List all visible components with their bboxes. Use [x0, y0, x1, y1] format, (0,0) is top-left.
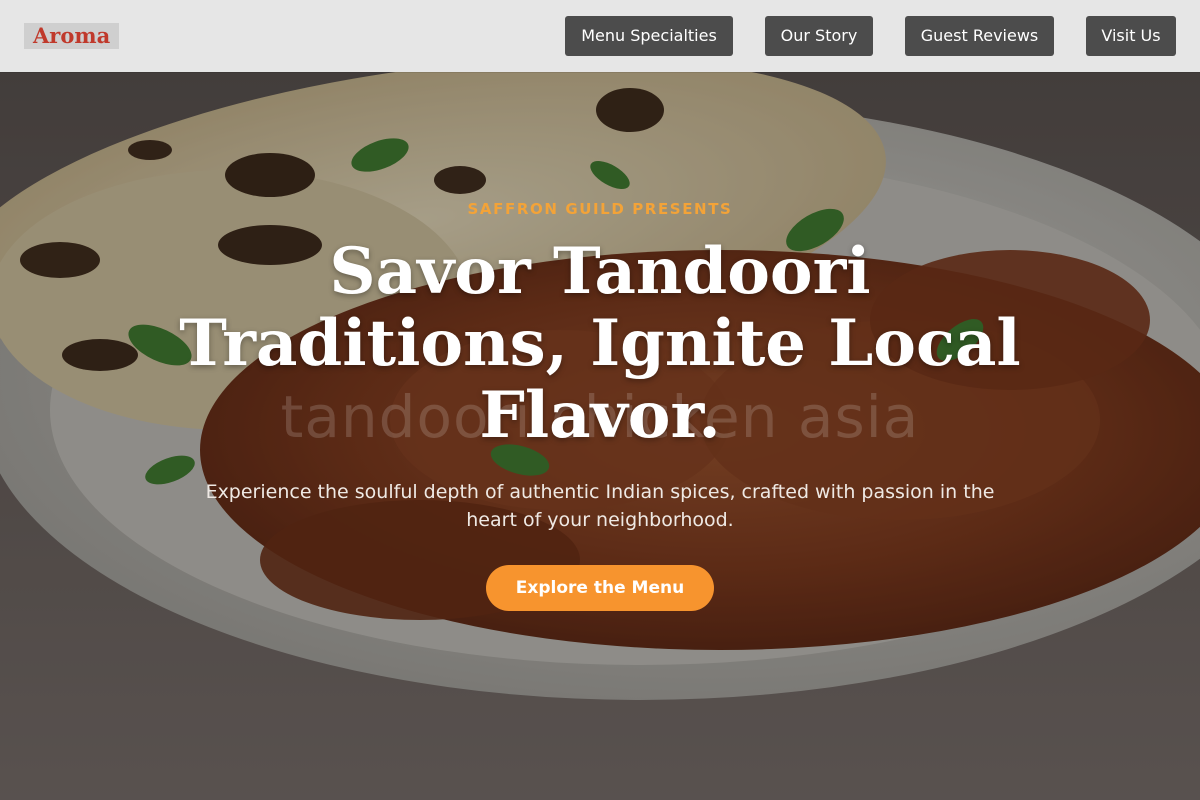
- hero-eyebrow: SAFFRON GUILD PRESENTS: [467, 200, 733, 218]
- logo[interactable]: Aroma: [24, 23, 120, 49]
- nav-visit-us[interactable]: Visit Us: [1086, 16, 1176, 56]
- page: Aroma Menu Specialties Our Story Guest R…: [0, 0, 1200, 800]
- nav-menu-specialties[interactable]: Menu Specialties: [565, 16, 733, 56]
- explore-menu-button[interactable]: Explore the Menu: [486, 565, 714, 611]
- hero-subheading: Experience the soulful depth of authenti…: [205, 481, 995, 531]
- nav-our-story[interactable]: Our Story: [765, 16, 873, 56]
- site-header: Aroma Menu Specialties Our Story Guest R…: [0, 0, 1200, 72]
- hero-headline: Savor Tandoori Traditions, Ignite Local …: [179, 234, 1021, 453]
- nav-guest-reviews[interactable]: Guest Reviews: [905, 16, 1054, 56]
